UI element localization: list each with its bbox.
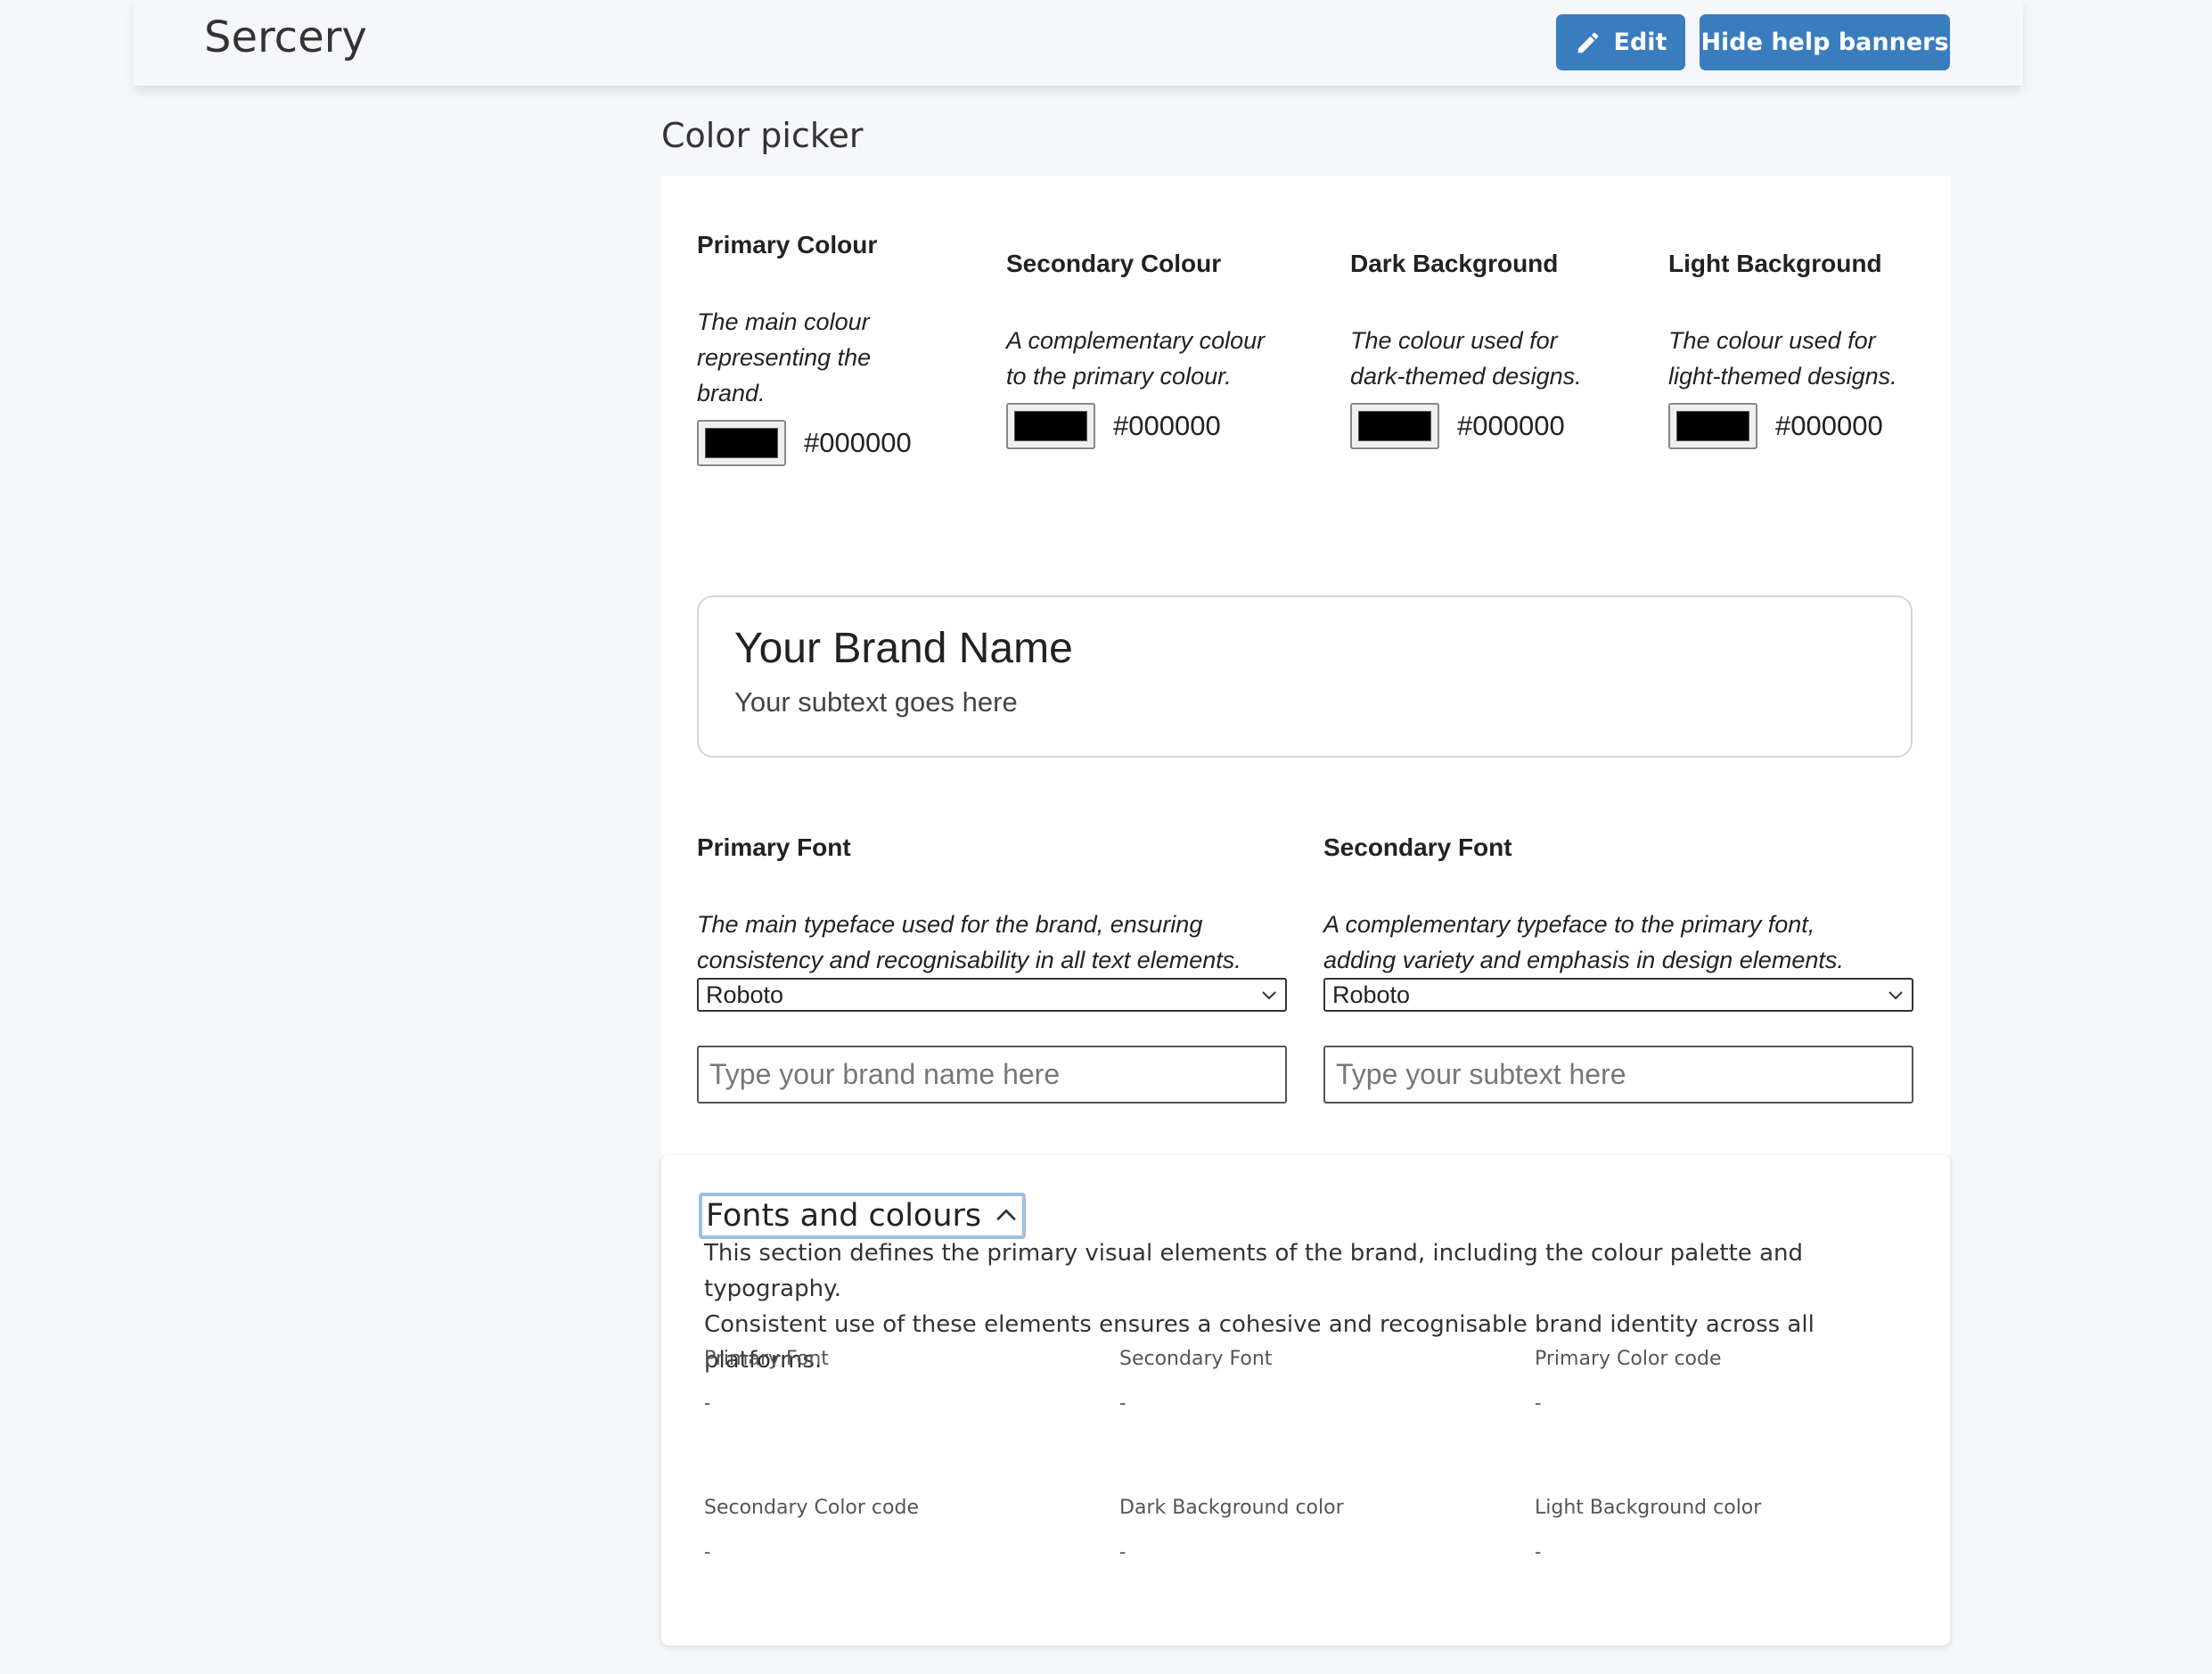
field-label: Primary Font: [704, 1348, 829, 1370]
color-hex: #000000: [1113, 410, 1221, 441]
summary-field: Secondary Color code -: [704, 1497, 1096, 1563]
brand-name-preview: Your Brand Name: [734, 625, 1073, 672]
primary-font-select[interactable]: Roboto: [697, 978, 1287, 1012]
color-title: Dark Background: [1350, 250, 1559, 277]
color-hex: #000000: [804, 427, 912, 458]
color-swatch[interactable]: [697, 420, 786, 466]
font-description: A complementary typeface to the primary …: [1323, 907, 1913, 978]
hide-help-banners-button[interactable]: Hide help banners: [1700, 14, 1950, 70]
color-title: Primary Colour: [697, 231, 878, 258]
summary-field: Dark Background color -: [1119, 1497, 1512, 1563]
summary-field: Primary Color code -: [1535, 1348, 1927, 1415]
color-hex: #000000: [1457, 410, 1565, 441]
font-title: Secondary Font: [1323, 833, 1512, 861]
field-label: Secondary Font: [1119, 1348, 1273, 1370]
color-description: The colour used for dark-themed designs.: [1350, 323, 1653, 394]
fonts-and-colours-toggle[interactable]: Fonts and colours: [699, 1193, 1027, 1239]
chevron-down-icon: [1262, 991, 1276, 1000]
font-title: Primary Font: [697, 833, 851, 861]
primary-colour-picker: Primary Colour The main colour represent…: [697, 231, 964, 466]
color-picker-panel: Primary Colour The main colour represent…: [661, 176, 1950, 1156]
field-value: -: [1119, 1540, 1126, 1563]
color-description-line: light-themed designs.: [1668, 363, 1897, 390]
summary-field: Light Background color -: [1535, 1497, 1927, 1563]
color-description: The main colour representing the brand.: [697, 304, 964, 411]
color-title: Light Background: [1668, 250, 1882, 277]
chevron-up-icon: [996, 1209, 1016, 1221]
color-description-line: dark-themed designs.: [1350, 363, 1582, 390]
summary-description-line: This section defines the primary visual …: [704, 1240, 1803, 1302]
field-value: -: [704, 1540, 711, 1563]
edit-button-label: Edit: [1613, 29, 1667, 56]
font-description-line: A complementary typeface to the primary …: [1323, 911, 1815, 938]
secondary-colour-picker: Secondary Colour A complementary colour …: [1006, 250, 1327, 449]
summary-field: Primary Font -: [704, 1348, 1096, 1415]
color-description: A complementary colour to the primary co…: [1006, 323, 1327, 394]
color-swatch[interactable]: [1006, 403, 1095, 449]
field-value: -: [1535, 1540, 1542, 1563]
color-description: The colour used for light-themed designs…: [1668, 323, 1945, 394]
field-value: -: [704, 1391, 711, 1414]
light-background-picker: Light Background The colour used for lig…: [1668, 250, 1945, 449]
color-description-line: brand.: [697, 380, 766, 406]
color-description-line: The main colour: [697, 308, 870, 335]
color-description-line: A complementary colour: [1006, 327, 1266, 354]
secondary-font-section: Secondary Font A complementary typeface …: [1323, 833, 1913, 1104]
field-label: Secondary Color code: [704, 1497, 919, 1519]
color-title: Secondary Colour: [1006, 250, 1222, 277]
brand-subtext-preview: Your subtext goes here: [734, 686, 1018, 718]
primary-font-section: Primary Font The main typeface used for …: [697, 833, 1287, 1104]
select-value: Roboto: [706, 981, 784, 1008]
field-value: -: [1535, 1391, 1542, 1414]
summary-field: Secondary Font -: [1119, 1348, 1512, 1415]
color-hex: #000000: [1775, 410, 1883, 441]
top-bar: Sercery Edit Hide help banners: [134, 0, 2023, 86]
app-title: Sercery: [204, 12, 367, 62]
color-swatch[interactable]: [1350, 403, 1439, 449]
color-description-line: to the primary colour.: [1006, 363, 1232, 390]
toggle-label: Fonts and colours: [706, 1198, 982, 1234]
secondary-font-select[interactable]: Roboto: [1323, 978, 1913, 1012]
field-value: -: [1119, 1391, 1126, 1414]
font-description: The main typeface used for the brand, en…: [697, 907, 1287, 978]
field-label: Primary Color code: [1535, 1348, 1722, 1370]
pencil-icon: [1577, 32, 1598, 53]
color-description-line: The colour used for: [1668, 327, 1876, 354]
edit-button[interactable]: Edit: [1556, 14, 1685, 70]
brand-preview-card: Your Brand Name Your subtext goes here: [697, 595, 1913, 758]
color-description-line: The colour used for: [1350, 327, 1558, 354]
chevron-down-icon: [1888, 991, 1903, 1000]
dark-background-picker: Dark Background The colour used for dark…: [1350, 250, 1653, 449]
font-description-line: The main typeface used for the brand, en…: [697, 911, 1203, 938]
font-description-line: consistency and recognisability in all t…: [697, 947, 1241, 973]
color-description-line: representing the: [697, 344, 872, 371]
subtext-input[interactable]: Type your subtext here: [1323, 1046, 1913, 1104]
fonts-and-colours-summary: Fonts and colours This section defines t…: [661, 1155, 1950, 1645]
section-heading: Color picker: [661, 116, 864, 155]
brand-name-input[interactable]: Type your brand name here: [697, 1046, 1287, 1104]
font-description-line: adding variety and emphasis in design el…: [1323, 947, 1844, 973]
field-label: Dark Background color: [1119, 1497, 1344, 1519]
select-value: Roboto: [1332, 981, 1411, 1008]
field-label: Light Background color: [1535, 1497, 1762, 1519]
color-swatch[interactable]: [1668, 403, 1757, 449]
